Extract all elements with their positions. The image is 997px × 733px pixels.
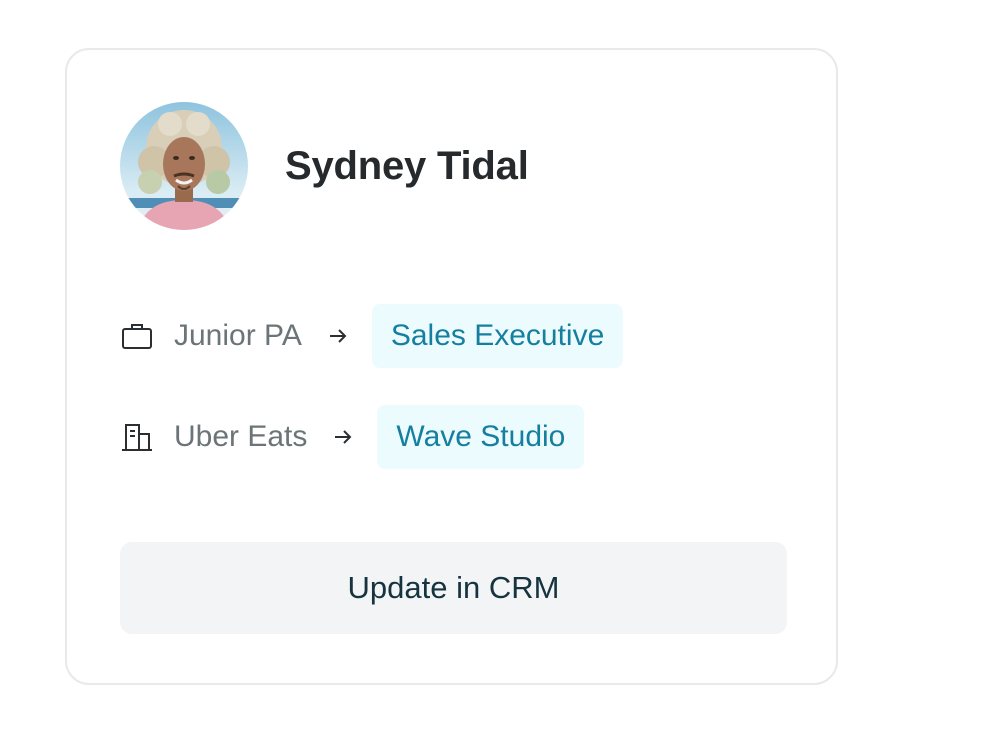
update-in-crm-button[interactable]: Update in CRM: [120, 542, 787, 634]
previous-job-title: Junior PA: [174, 319, 302, 352]
arrow-right-icon: [333, 427, 355, 447]
briefcase-icon: [120, 319, 154, 353]
building-icon: [120, 420, 154, 454]
company-change-row: Uber Eats Wave Studio: [120, 405, 585, 469]
new-company-badge: Wave Studio: [377, 405, 585, 469]
avatar-photo: [120, 102, 248, 230]
new-job-title-badge: Sales Executive: [371, 304, 624, 368]
avatar: [120, 102, 248, 230]
arrow-right-icon: [328, 326, 350, 346]
contact-update-card: Sydney Tidal Junior PA Sales Executive U…: [65, 48, 838, 685]
previous-company: Uber Eats: [174, 420, 308, 453]
contact-name: Sydney Tidal: [285, 144, 529, 188]
job-title-change-row: Junior PA Sales Executive: [120, 304, 624, 368]
